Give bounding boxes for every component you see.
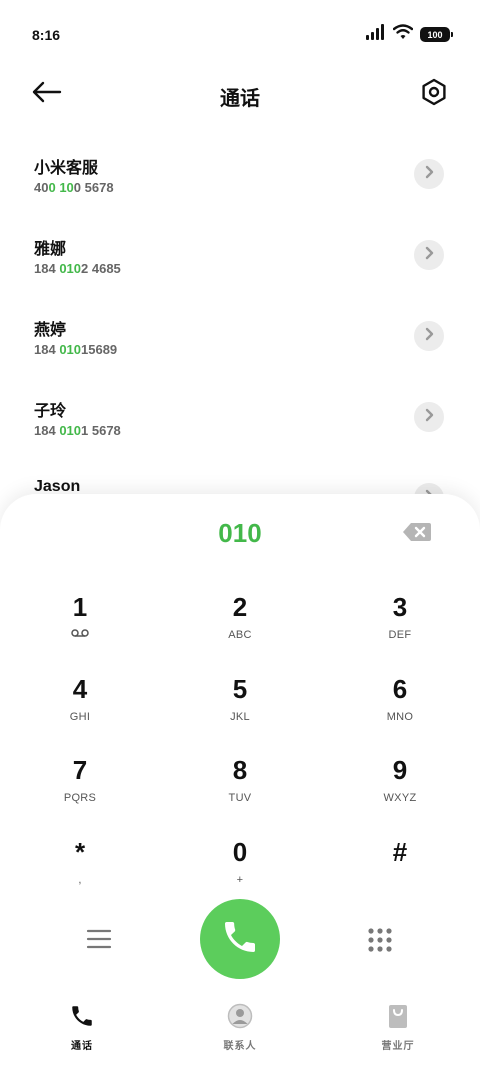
keypad-toggle-button[interactable] <box>366 926 394 954</box>
contact-number: 184 0102 4685 <box>34 261 121 276</box>
key-5[interactable]: 5 JKL <box>160 666 320 748</box>
key-letters: GHI <box>69 710 91 723</box>
key-digit: # <box>392 836 408 867</box>
shopping-bag-icon <box>384 1002 412 1030</box>
key-digit: 1 <box>72 592 88 622</box>
key-letters: ABC <box>228 629 252 641</box>
key-letters: WXYZ <box>383 792 417 804</box>
wifi-icon <box>392 24 414 45</box>
key-letters: JKL <box>230 710 250 723</box>
nav-label: 联系人 <box>223 1041 257 1052</box>
contact-icon <box>226 1002 254 1030</box>
key-9[interactable]: 9 WXYZ <box>320 747 480 829</box>
key-digit: 3 <box>392 592 408 622</box>
contact-item[interactable]: 雅娜 184 0102 4685 <box>0 221 480 302</box>
phone-icon <box>68 1002 96 1030</box>
key-digit: 0 <box>232 836 248 867</box>
battery-icon: 100 <box>420 27 453 42</box>
keypad: 1 2 ABC 3 DEF 4 GHI 5 JKL 6 MNO 7 PQRS 8… <box>0 584 480 910</box>
chevron-right-icon <box>424 408 434 427</box>
contact-name: 燕婷 <box>34 322 67 339</box>
backspace-button[interactable] <box>402 522 432 542</box>
contact-item[interactable]: 小米客服 400 100 5678 <box>0 140 480 221</box>
menu-icon <box>84 929 114 956</box>
nav-label: 营业厅 <box>381 1041 415 1052</box>
key-digit: 5 <box>232 673 248 704</box>
contact-number: 184 01015689 <box>34 342 118 357</box>
contact-number: 400 100 5678 <box>34 180 114 195</box>
page-title: 通话 <box>220 88 260 110</box>
dialer-panel: 010 1 2 ABC 3 DEF 4 GHI 5 JKL 6 MNO 7 PQ… <box>0 494 480 1067</box>
bottom-nav: 通话 联系人 营业厅 <box>0 994 480 1067</box>
nav-label: 通话 <box>71 1041 93 1052</box>
hexagon-settings-icon <box>420 78 448 111</box>
phone-icon <box>220 917 260 962</box>
status-bar: 8:16 100 <box>0 0 480 60</box>
contact-detail-button[interactable] <box>414 402 444 432</box>
contact-detail-button[interactable] <box>414 321 444 351</box>
key-letters: MNO <box>386 710 414 723</box>
key-8[interactable]: 8 TUV <box>160 747 320 829</box>
nav-item-store[interactable]: 营业厅 <box>338 1002 458 1052</box>
contact-detail-button[interactable] <box>414 240 444 270</box>
contact-item[interactable]: 燕婷 184 01015689 <box>0 302 480 383</box>
chevron-right-icon <box>424 246 434 265</box>
status-icons: 100 <box>366 24 453 45</box>
contact-name: 子玲 <box>34 403 67 420</box>
key-4[interactable]: 4 GHI <box>0 666 160 748</box>
status-time: 8:16 <box>32 27 61 43</box>
menu-button[interactable] <box>84 926 114 952</box>
contact-name: 雅娜 <box>34 241 67 258</box>
key-letters: PQRS <box>63 792 97 804</box>
contact-name: 小米客服 <box>34 160 99 177</box>
key-digit: 6 <box>392 673 408 704</box>
backspace-icon <box>402 523 432 546</box>
key-digit: 7 <box>72 755 88 785</box>
call-button[interactable] <box>200 899 280 979</box>
key-digit: 9 <box>392 755 408 785</box>
key-2[interactable]: 2 ABC <box>160 584 320 666</box>
key-digit: 8 <box>232 755 248 785</box>
nav-item-calls[interactable]: 通话 <box>22 1002 142 1052</box>
chevron-right-icon <box>424 165 434 184</box>
dialpad-grid-icon <box>366 928 394 958</box>
nav-item-contacts[interactable]: 联系人 <box>180 1002 300 1052</box>
key-6[interactable]: 6 MNO <box>320 666 480 748</box>
key-letters: + <box>236 873 244 886</box>
contact-detail-button[interactable] <box>414 159 444 189</box>
settings-button[interactable] <box>418 78 450 110</box>
key-letters: DEF <box>388 629 412 641</box>
key-digit: 4 <box>72 673 88 704</box>
key-digit: * <box>74 836 86 867</box>
key-1[interactable]: 1 <box>0 584 160 666</box>
signal-icon <box>366 24 386 45</box>
header: 通话 <box>0 72 480 116</box>
contact-list: 小米客服 400 100 5678 雅娜 184 0102 4685 燕婷 18… <box>0 140 480 545</box>
chevron-right-icon <box>424 327 434 346</box>
key-3[interactable]: 3 DEF <box>320 584 480 666</box>
key-letters: TUV <box>228 792 252 804</box>
dialer-actions <box>0 898 480 980</box>
contact-item[interactable]: 子玲 184 0101 5678 <box>0 383 480 464</box>
voicemail-icon <box>71 628 89 642</box>
contact-number: 184 0101 5678 <box>34 423 121 438</box>
key-letters: , <box>78 873 82 886</box>
key-digit: 2 <box>232 592 248 622</box>
key-7[interactable]: 7 PQRS <box>0 747 160 829</box>
